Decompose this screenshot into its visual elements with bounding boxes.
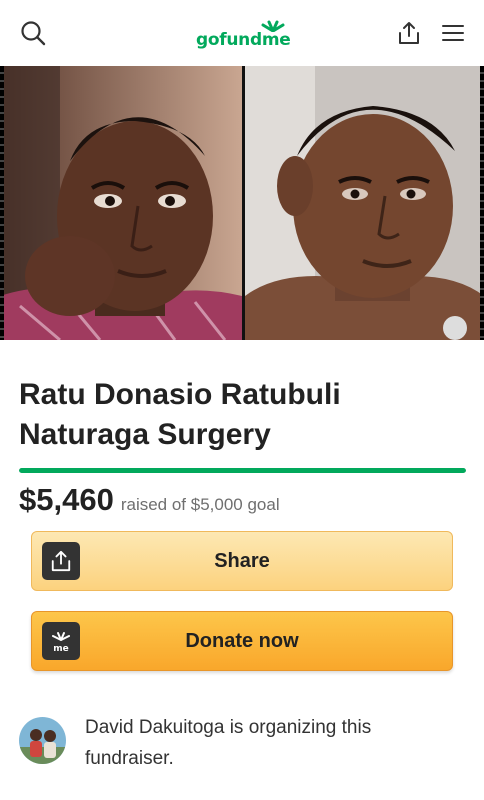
campaign-photo-left — [0, 66, 242, 340]
campaign-hero-image — [0, 66, 484, 340]
menu-icon[interactable] — [438, 18, 468, 48]
search-icon[interactable] — [18, 18, 48, 48]
film-edge-right — [480, 66, 484, 340]
share-button-label: Share — [214, 549, 270, 572]
funding-progress-fill — [19, 468, 466, 473]
donate-button-label: Donate now — [185, 629, 299, 652]
logo-text: gofundme — [196, 30, 291, 50]
amount-raised: $5,460 — [19, 482, 114, 517]
share-button[interactable]: Share — [31, 531, 453, 591]
me-icon-text: me — [53, 644, 68, 654]
campaign-photo-right — [245, 66, 484, 340]
campaign-title: Ratu Donasio Ratubuli Naturaga Surgery — [19, 378, 341, 451]
organizer-text: David Dakuitoga is organizing this fundr… — [85, 717, 372, 769]
film-edge-left — [0, 66, 4, 340]
donate-now-button[interactable]: me Donate now — [31, 611, 453, 671]
share-icon[interactable] — [394, 18, 424, 48]
goal-text: raised of $5,000 goal — [120, 495, 280, 514]
top-bar: gofundme — [0, 0, 484, 66]
logo-sprout-icon — [261, 20, 285, 32]
share-icon — [42, 542, 80, 580]
funding-progress-bar — [19, 468, 466, 473]
organizer-avatar[interactable] — [19, 717, 66, 764]
amount-raised-row: $5,460 raised of $5,000 goal — [19, 482, 280, 518]
gofundme-me-icon: me — [42, 622, 80, 660]
gofundme-logo[interactable]: gofundme — [196, 18, 291, 50]
